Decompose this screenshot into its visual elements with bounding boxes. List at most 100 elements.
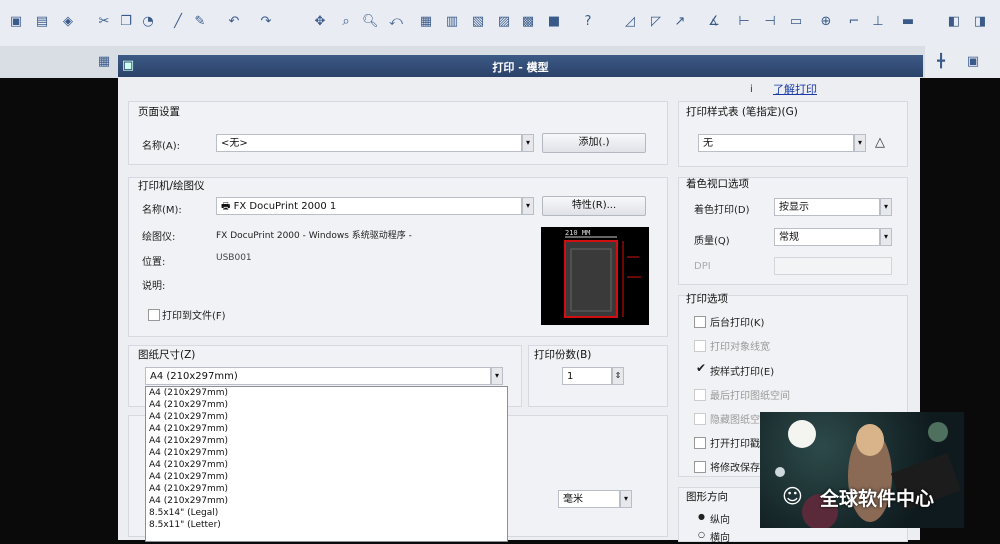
printer-properties-button[interactable]: 特性(R)... xyxy=(542,196,646,216)
plot-options-header: 打印选项 xyxy=(686,293,728,305)
chevron-down-icon[interactable]: ▾ xyxy=(620,490,632,508)
zoom-window-icon[interactable]: 🔍︎ xyxy=(362,14,379,30)
landscape-label: 横向 xyxy=(710,533,730,544)
printer-header: 打印机/绘图仪 xyxy=(138,180,205,192)
print-to-file-checkbox[interactable] xyxy=(148,309,160,321)
open-icon[interactable]: ▤ xyxy=(34,14,50,30)
layer-states-icon[interactable]: ◨ xyxy=(972,14,988,30)
plot-stamp-checkbox[interactable] xyxy=(694,437,706,449)
plot-style-select[interactable]: 无 xyxy=(698,134,854,152)
tool-palette-icon[interactable]: ▧ xyxy=(470,14,486,30)
plot-lineweights-checkbox[interactable] xyxy=(694,340,706,352)
dim-aligned-icon[interactable]: ◸ xyxy=(648,14,664,30)
dialog-titlebar[interactable]: ▣ 打印 - 模型 xyxy=(118,55,923,77)
help-icon[interactable]: ? xyxy=(580,14,596,30)
scale-units-select[interactable]: 毫米 xyxy=(558,490,620,508)
dim-angular-icon[interactable]: ∡ xyxy=(706,14,722,30)
copies-input[interactable]: 1 xyxy=(562,367,612,385)
plot-style-header: 打印样式表 (笔指定)(G) xyxy=(686,106,798,118)
dpi-input xyxy=(774,257,892,275)
watermark-text: 全球软件中心 xyxy=(820,488,935,510)
dropdown-option[interactable]: A4 (210x297mm) xyxy=(146,387,507,399)
sheet-set-icon[interactable]: ▨ xyxy=(496,14,512,30)
new-icon[interactable]: ▣ xyxy=(8,14,24,30)
dropdown-option[interactable]: 8.5x11" (Letter) xyxy=(146,519,507,531)
dropdown-option[interactable]: A4 (210x297mm) xyxy=(146,411,507,423)
dim-arc-icon[interactable]: ↗ xyxy=(672,14,688,30)
zoom-realtime-icon[interactable]: ⌕ xyxy=(338,14,354,30)
save-to-layout-checkbox[interactable] xyxy=(694,461,706,473)
background-plot-label: 后台打印(K) xyxy=(710,318,765,329)
layer-icon[interactable]: ◧ xyxy=(946,14,962,30)
plotter-value: FX DocuPrint 2000 - Windows 系统驱动程序 - xyxy=(216,231,412,241)
dropdown-option[interactable]: A4 (210x297mm) xyxy=(146,459,507,471)
page-setup-name-select[interactable]: <无> xyxy=(216,134,522,152)
chevron-down-icon[interactable]: ▾ xyxy=(522,134,534,152)
toolbar: ▣ ▤ ◈ ✂ ❐ ◔ ╱ ✎ ↶ ↷ ✥ ⌕ 🔍︎ ⤺ ▦ ▥ ▧ ▨ ▩ ■… xyxy=(0,0,1000,47)
portrait-radio[interactable]: ● xyxy=(698,512,705,521)
background-plot-checkbox[interactable] xyxy=(694,316,706,328)
copy-icon[interactable]: ❐ xyxy=(118,14,134,30)
shade-plot-select[interactable]: 按显示 xyxy=(774,198,880,216)
center-mark-icon[interactable]: ⊕ xyxy=(818,14,834,30)
dropdown-option[interactable]: A4 (210x297mm) xyxy=(146,435,507,447)
grid-icon[interactable]: ▦ xyxy=(96,54,112,70)
dim-edit-icon[interactable]: ⊥ xyxy=(870,14,886,30)
chevron-down-icon[interactable]: ▾ xyxy=(880,228,892,246)
pencil-icon[interactable]: ✎ xyxy=(192,14,208,30)
paper-size-select[interactable]: A4 (210x297mm) xyxy=(145,367,491,385)
landscape-radio[interactable]: ○ xyxy=(698,530,705,539)
chevron-down-icon[interactable]: ▾ xyxy=(522,197,534,215)
dropdown-option[interactable]: A4 (210x297mm) xyxy=(146,471,507,483)
dropdown-option[interactable]: A4 (210x297mm) xyxy=(146,399,507,411)
chevron-down-icon[interactable]: ▾ xyxy=(880,198,892,216)
description-label: 说明: xyxy=(142,281,166,292)
copies-spinner[interactable]: ⇕ xyxy=(612,367,624,385)
dimension-icon[interactable]: ◿ xyxy=(622,14,638,30)
dim-continue-icon[interactable]: ⊣ xyxy=(762,14,778,30)
pan-icon[interactable]: ✥ xyxy=(312,14,328,30)
tolerance-icon[interactable]: ▭ xyxy=(788,14,804,30)
save-icon[interactable]: ◈ xyxy=(60,14,76,30)
viewport-icon[interactable]: ▣ xyxy=(965,54,981,70)
printer-name-select[interactable]: 🖶︎ FX DocuPrint 2000 1 xyxy=(216,197,522,215)
markup-icon[interactable]: ▩ xyxy=(520,14,536,30)
plot-lineweights-label: 打印对象线宽 xyxy=(710,342,770,353)
dim-baseline-icon[interactable]: ⊢ xyxy=(736,14,752,30)
quality-select[interactable]: 常规 xyxy=(774,228,880,246)
plot-with-styles-label: 按样式打印(E) xyxy=(710,367,775,378)
chevron-down-icon[interactable]: ▾ xyxy=(491,367,503,385)
properties-icon[interactable]: ▦ xyxy=(418,14,434,30)
dropdown-option[interactable]: A4 (210x297mm) xyxy=(146,483,507,495)
undo-icon[interactable]: ↶ xyxy=(226,14,242,30)
help-link[interactable]: 了解打印 xyxy=(773,81,817,97)
plotter-label: 绘图仪: xyxy=(142,232,176,243)
paper-size-dropdown-list[interactable]: A4 (210x297mm) A4 (210x297mm) A4 (210x29… xyxy=(145,386,508,542)
dim-style-icon[interactable]: ▬ xyxy=(900,14,916,30)
paper-preview-graphic xyxy=(564,236,641,318)
redo-icon[interactable]: ↷ xyxy=(258,14,274,30)
dropdown-option[interactable]: 8.5x14" (Legal) xyxy=(146,507,507,519)
add-page-setup-button[interactable]: 添加(.) xyxy=(542,133,646,153)
checkmark-icon[interactable]: ✔ xyxy=(696,361,706,375)
crosshair-icon[interactable]: ╋ xyxy=(933,54,949,70)
design-center-icon[interactable]: ▥ xyxy=(444,14,460,30)
paper-size-header: 图纸尺寸(Z) xyxy=(138,349,196,361)
printer-name-value: FX DocuPrint 2000 1 xyxy=(233,201,337,212)
dropdown-option[interactable]: A4 (210x297mm) xyxy=(146,495,507,507)
dropdown-option[interactable]: A4 (210x297mm) xyxy=(146,423,507,435)
edit-plot-style-icon[interactable]: △ xyxy=(872,135,888,151)
line-icon[interactable]: ╱ xyxy=(170,14,186,30)
plot-paperspace-last-checkbox[interactable] xyxy=(694,389,706,401)
hide-paperspace-checkbox[interactable] xyxy=(694,413,706,425)
chevron-down-icon[interactable]: ▾ xyxy=(854,134,866,152)
zoom-previous-icon[interactable]: ⤺ xyxy=(388,14,404,30)
page-setup-name-label: 名称(A): xyxy=(142,141,181,152)
page-setup-header: 页面设置 xyxy=(138,106,180,118)
cut-icon[interactable]: ✂ xyxy=(96,14,112,30)
dropdown-option[interactable]: A4 (210x297mm) xyxy=(146,447,507,459)
paper-preview: 210 MM xyxy=(541,227,649,325)
paste-icon[interactable]: ◔ xyxy=(140,14,156,30)
calculator-icon[interactable]: ■ xyxy=(546,14,562,30)
leader-icon[interactable]: ⌐ xyxy=(846,14,862,30)
